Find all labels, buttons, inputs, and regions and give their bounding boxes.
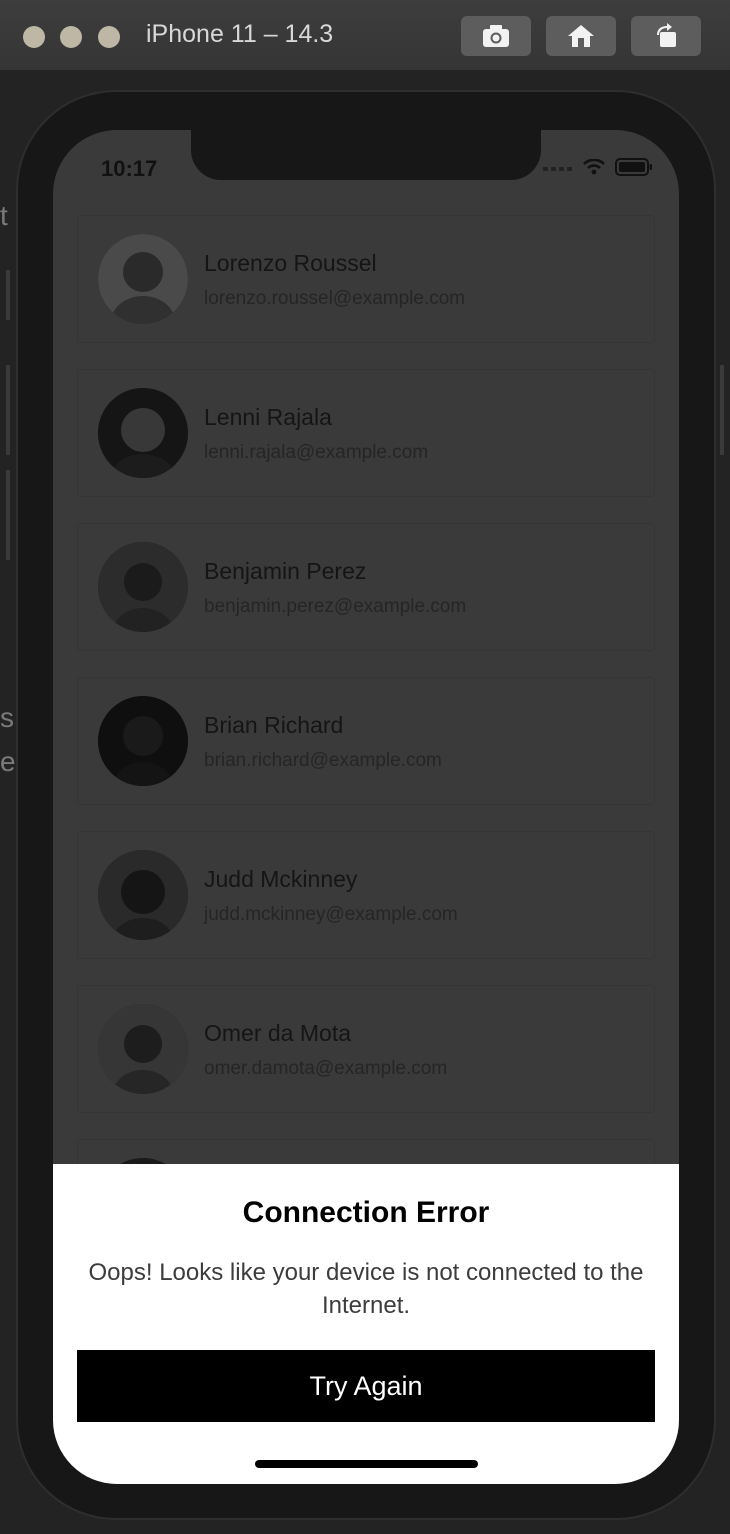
window-title: iPhone 11 – 14.3 [146,20,334,48]
status-icons [543,158,653,176]
battery-icon [615,158,652,176]
home-indicator[interactable] [255,1460,478,1468]
zoom-window-button[interactable] [98,26,120,48]
host-edge-text: t [0,200,8,231]
user-card[interactable]: Benjamin Perez benjamin.perez@example.co… [77,523,655,651]
screenshot-icon [483,25,509,47]
user-name: Benjamin Perez [204,558,367,584]
avatar [98,1004,188,1094]
user-email: lenni.rajala@example.com [204,442,429,463]
minimize-window-button[interactable] [60,26,82,48]
user-email: lorenzo.roussel@example.com [204,288,466,309]
user-list: Lorenzo Roussel lorenzo.roussel@example.… [77,215,655,1293]
user-email: judd.mckinney@example.com [204,904,458,925]
try-again-button[interactable]: Try Again [77,1350,655,1422]
connection-error-sheet: Connection Error Oops! Looks like your d… [53,1164,679,1484]
user-name: Lorenzo Roussel [204,250,377,276]
user-name: Omer da Mota [204,1020,351,1046]
user-email: omer.damota@example.com [204,1058,448,1079]
avatar [98,234,188,324]
close-window-button[interactable] [23,26,45,48]
user-email: benjamin.perez@example.com [204,596,467,617]
avatar [98,850,188,940]
status-time: 10:17 [101,156,158,181]
error-message: Oops! Looks like your device is not conn… [88,1259,644,1319]
user-card[interactable]: Omer da Mota omer.damota@example.com [77,985,655,1113]
iphone-screen: 10:17 Lorenzo Roussel lorenzo.roussel@ex… [53,130,679,1484]
host-edge-divider [6,470,10,560]
host-edge-text: e [0,746,16,777]
user-name: Brian Richard [204,712,344,738]
user-card[interactable]: Brian Richard brian.richard@example.com [77,677,655,805]
rotate-icon [657,23,676,47]
simulator-title-bar: iPhone 11 – 14.3 [0,0,730,71]
avatar [98,388,188,478]
host-edge-divider [6,365,10,455]
user-name: Judd Mckinney [204,866,358,892]
host-edge-text: s [0,702,14,733]
notch [191,130,541,180]
screenshot-button[interactable] [461,16,531,56]
cellular-signal-icon [543,167,572,171]
home-icon [568,25,594,47]
host-edge-divider [720,365,724,455]
host-edge-divider [6,270,10,320]
user-card[interactable]: Judd Mckinney judd.mckinney@example.com [77,831,655,959]
rotate-button[interactable] [631,16,701,56]
user-email: brian.richard@example.com [204,750,442,771]
wifi-icon [583,159,605,175]
user-name: Lenni Rajala [204,404,332,430]
user-card[interactable]: Lenni Rajala lenni.rajala@example.com [77,369,655,497]
avatar [98,696,188,786]
host-bottom-clipped-text [0,1500,730,1534]
home-button[interactable] [546,16,616,56]
user-card[interactable]: Lorenzo Roussel lorenzo.roussel@example.… [77,215,655,343]
error-title: Connection Error [242,1196,490,1229]
avatar [98,542,188,632]
